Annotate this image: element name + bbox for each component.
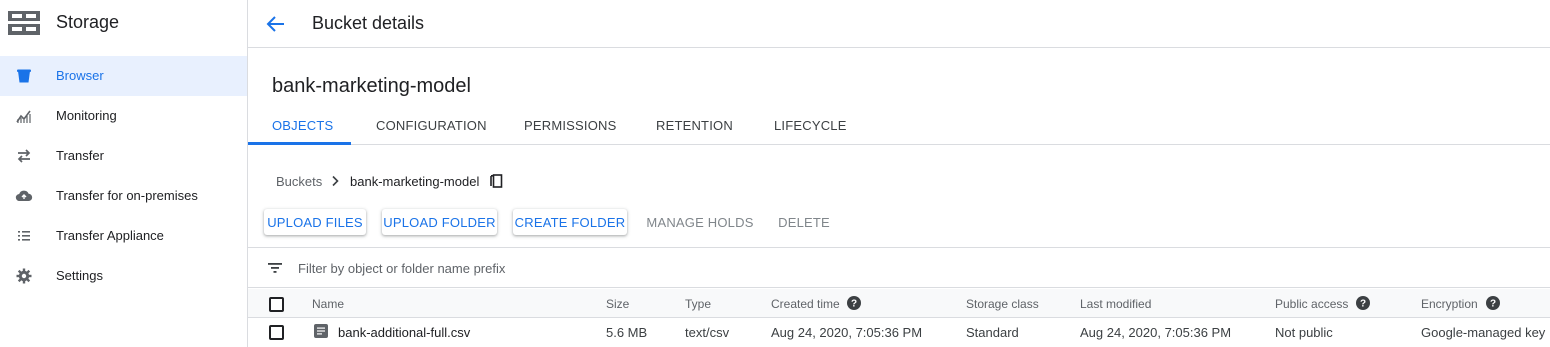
column-header-created-time[interactable]: Created time xyxy=(771,297,840,311)
page-header: Bucket details xyxy=(248,0,1550,48)
breadcrumb-current: bank-marketing-model xyxy=(350,174,480,189)
svg-text:?: ? xyxy=(1490,299,1496,310)
column-header-last-modified[interactable]: Last modified xyxy=(1080,297,1151,311)
filter-icon xyxy=(268,263,282,273)
transfer-arrows-icon xyxy=(17,149,31,163)
cloud-upload-icon xyxy=(15,190,33,202)
table-header-row: Name Size Type Created time ? Storage cl… xyxy=(248,289,1550,318)
chevron-right-icon xyxy=(332,175,339,187)
bucket-icon xyxy=(17,69,31,83)
filter-input[interactable] xyxy=(298,257,898,279)
copy-icon[interactable] xyxy=(488,173,504,189)
column-header-encryption[interactable]: Encryption xyxy=(1421,297,1478,311)
sidebar-item-monitoring[interactable]: Monitoring xyxy=(0,96,247,136)
manage-holds-button[interactable]: MANAGE HOLDS xyxy=(643,209,757,235)
sidebar-item-settings[interactable]: Settings xyxy=(0,256,247,296)
list-icon xyxy=(18,231,30,241)
back-arrow-icon[interactable] xyxy=(265,13,287,35)
object-size: 5.6 MB xyxy=(606,325,648,340)
column-header-storage-class[interactable]: Storage class xyxy=(966,297,1039,311)
object-created-time: Aug 24, 2020, 7:05:36 PM xyxy=(771,325,923,340)
object-name-link[interactable]: bank-additional-full.csv xyxy=(338,325,470,340)
breadcrumb-buckets-link[interactable]: Buckets xyxy=(276,174,322,189)
sidebar-item-label: Settings xyxy=(56,268,103,283)
tab-configuration[interactable]: CONFIGURATION xyxy=(376,118,487,133)
page-title: Bucket details xyxy=(312,13,425,33)
sidebar-item-transfer[interactable]: Transfer xyxy=(0,136,247,176)
select-all-checkbox[interactable] xyxy=(269,297,284,312)
sidebar-item-label: Monitoring xyxy=(56,108,117,123)
tab-objects[interactable]: OBJECTS xyxy=(272,118,333,133)
file-icon xyxy=(314,324,328,338)
sidebar-item-browser[interactable]: Browser xyxy=(0,56,247,96)
tab-retention[interactable]: RETENTION xyxy=(656,118,733,133)
product-title: Storage xyxy=(56,12,120,32)
svg-text:?: ? xyxy=(1360,299,1366,310)
sidebar-item-transfer-appliance[interactable]: Transfer Appliance xyxy=(0,216,247,256)
upload-folder-button[interactable]: UPLOAD FOLDER xyxy=(382,209,497,235)
column-header-size[interactable]: Size xyxy=(606,297,629,311)
gear-icon xyxy=(16,268,32,284)
column-header-name[interactable]: Name xyxy=(312,297,344,311)
tab-bar: OBJECTS CONFIGURATION PERMISSIONS RETENT… xyxy=(248,106,1550,145)
sidebar-item-label: Transfer for on-premises xyxy=(56,188,198,203)
help-icon[interactable]: ? xyxy=(1486,296,1500,310)
column-header-public-access[interactable]: Public access xyxy=(1275,297,1348,311)
object-storage-class: Standard xyxy=(966,325,1019,340)
upload-files-button[interactable]: UPLOAD FILES xyxy=(264,209,366,235)
storage-logo-icon xyxy=(8,11,40,35)
create-folder-button[interactable]: CREATE FOLDER xyxy=(513,209,627,235)
sidebar-item-label: Transfer xyxy=(56,148,104,163)
tab-permissions[interactable]: PERMISSIONS xyxy=(524,118,617,133)
svg-text:?: ? xyxy=(851,299,857,310)
row-checkbox[interactable] xyxy=(269,325,284,340)
help-icon[interactable]: ? xyxy=(847,296,861,310)
sidebar-header: Storage xyxy=(0,0,247,47)
sidebar-item-label: Browser xyxy=(56,68,104,83)
table-row: bank-additional-full.csv 5.6 MB text/csv… xyxy=(248,318,1550,347)
sidebar: Storage Browser Monitoring Transfer Tran… xyxy=(0,0,248,347)
sidebar-item-transfer-on-premises[interactable]: Transfer for on-premises xyxy=(0,176,247,216)
tab-lifecycle[interactable]: LIFECYCLE xyxy=(774,118,847,133)
chart-icon xyxy=(16,110,31,123)
delete-button[interactable]: DELETE xyxy=(773,209,835,235)
column-header-type[interactable]: Type xyxy=(685,297,711,311)
sidebar-item-label: Transfer Appliance xyxy=(56,228,164,243)
object-type: text/csv xyxy=(685,325,730,340)
help-icon[interactable]: ? xyxy=(1356,296,1370,310)
active-tab-indicator xyxy=(248,142,351,145)
bucket-name-heading: bank-marketing-model xyxy=(272,75,471,97)
object-last-modified: Aug 24, 2020, 7:05:36 PM xyxy=(1080,325,1232,340)
object-encryption: Google-managed key xyxy=(1421,325,1546,340)
filter-bar xyxy=(248,247,1550,288)
object-public-access: Not public xyxy=(1275,325,1333,340)
